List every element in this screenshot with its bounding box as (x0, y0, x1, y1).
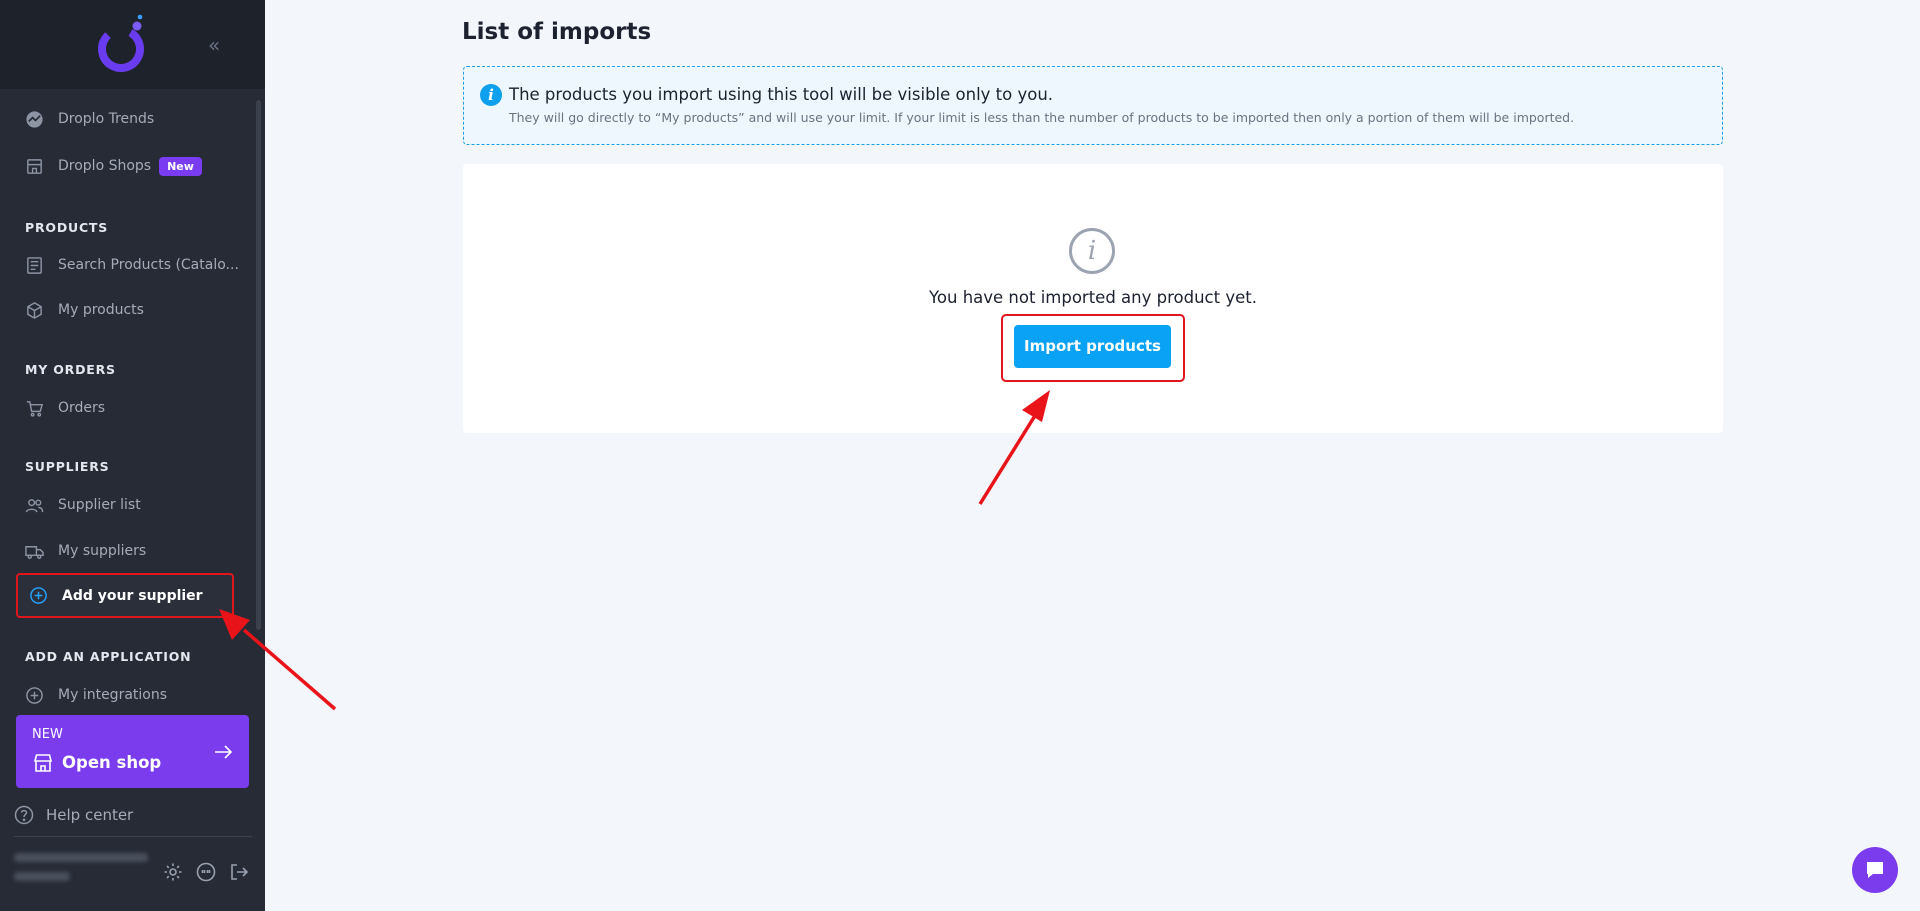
new-badge: New (159, 156, 202, 176)
help-center-label: Help center (46, 806, 134, 824)
sidebar-item-search-products[interactable]: Search Products (Catalo... (24, 250, 244, 280)
info-notice: i The products you import using this too… (463, 66, 1723, 145)
page-title: List of imports (462, 19, 652, 45)
sidebar-item-label: My integrations (58, 687, 168, 703)
sidebar-item-label: Add your supplier (62, 587, 203, 604)
sidebar-item-droplo-shops[interactable]: Droplo Shops New (24, 151, 244, 181)
chat-bubble-icon (1867, 862, 1883, 878)
help-icon (14, 805, 34, 825)
sidebar-item-supplier-list[interactable]: Supplier list (24, 490, 244, 520)
gear-icon[interactable] (163, 862, 185, 884)
sidebar-item-my-suppliers[interactable]: My suppliers (24, 536, 244, 566)
sidebar-scrollbar[interactable] (256, 100, 261, 630)
sidebar-item-my-products[interactable]: My products (24, 295, 244, 325)
info-circle-icon: i (1069, 228, 1115, 274)
section-title-add-application: ADD AN APPLICATION (25, 649, 192, 664)
box-icon (24, 300, 44, 320)
open-shop-button[interactable]: NEW Open shop (16, 715, 249, 788)
sidebar-item-droplo-trends[interactable]: Droplo Trends (24, 104, 244, 134)
users-icon (24, 495, 44, 515)
chat-quote-icon[interactable] (196, 862, 218, 884)
store-icon (24, 156, 44, 176)
logout-icon[interactable] (229, 862, 251, 884)
help-center-link[interactable]: Help center (14, 803, 133, 827)
sidebar-item-label: Droplo Trends (58, 111, 155, 127)
info-notice-title: The products you import using this tool … (509, 85, 1054, 104)
sidebar-item-clip: My integrations (0, 680, 256, 708)
sidebar-item-add-your-supplier[interactable]: Add your supplier (16, 573, 234, 618)
info-notice-text: They will go directly to “My products” a… (509, 110, 1575, 125)
section-title-suppliers: SUPPLIERS (25, 459, 110, 474)
arrow-right-icon (215, 745, 233, 759)
store-icon (33, 754, 53, 772)
trend-icon (24, 109, 44, 129)
user-info-blurred (14, 853, 150, 893)
section-title-products: PRODUCTS (25, 220, 109, 235)
sidebar-item-label: Search Products (Catalo... (58, 257, 239, 273)
sidebar-header: « (0, 0, 265, 89)
plus-circle-icon (28, 586, 48, 606)
empty-state-message: You have not imported any product yet. (929, 288, 1257, 307)
empty-state-card: i You have not imported any product yet.… (463, 164, 1723, 433)
sidebar-item-label: My products (58, 302, 144, 318)
sidebar-divider (14, 836, 252, 837)
info-icon: i (480, 84, 502, 106)
droplo-logo[interactable] (96, 14, 148, 76)
sidebar-item-label: Supplier list (58, 497, 141, 513)
plus-circle-icon (24, 685, 44, 705)
sidebar-item-my-integrations[interactable]: My integrations (24, 680, 244, 708)
sidebar-item-label: My suppliers (58, 543, 147, 559)
chat-widget-button[interactable] (1852, 847, 1898, 893)
sidebar-item-label: Orders (58, 400, 106, 416)
sidebar: « Droplo Trends Droplo Shops New PRODUCT… (0, 0, 265, 911)
cart-icon (24, 398, 44, 418)
catalog-icon (24, 255, 44, 275)
import-products-button[interactable]: Import products (1014, 325, 1171, 368)
collapse-sidebar-icon[interactable]: « (208, 34, 230, 56)
open-shop-label: Open shop (62, 753, 162, 772)
section-title-my-orders: MY ORDERS (25, 362, 116, 377)
open-shop-tag: NEW (32, 727, 63, 742)
truck-icon (24, 541, 44, 561)
sidebar-item-label: Droplo Shops (58, 158, 152, 174)
sidebar-item-orders[interactable]: Orders (24, 393, 244, 423)
